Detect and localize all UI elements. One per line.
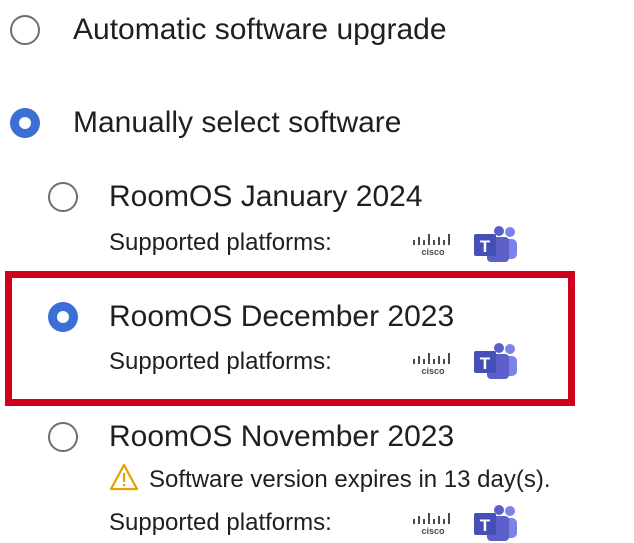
manual-select-label[interactable]: Manually select software — [73, 105, 401, 141]
version-label-january-2024[interactable]: RoomOS January 2024 — [109, 179, 423, 215]
expiry-warning-text: Software version expires in 13 day(s). — [149, 466, 551, 493]
microsoft-teams-icon: T — [474, 226, 517, 262]
highlight-box — [5, 271, 575, 406]
automatic-upgrade-radio[interactable] — [10, 15, 40, 45]
version-label-november-2023[interactable]: RoomOS November 2023 — [109, 419, 454, 455]
supported-platforms-label: Supported platforms: — [109, 509, 332, 536]
svg-text:cisco: cisco — [421, 366, 445, 375]
svg-text:T: T — [480, 516, 491, 535]
version-label-december-2023[interactable]: RoomOS December 2023 — [109, 299, 454, 335]
version-radio-december-2023[interactable] — [48, 302, 78, 332]
microsoft-teams-icon: T — [474, 343, 517, 379]
manual-select-radio[interactable] — [10, 108, 40, 138]
svg-text:T: T — [480, 237, 491, 256]
supported-platforms-label: Supported platforms: — [109, 348, 332, 375]
cisco-logo-icon: cisco — [413, 353, 450, 375]
svg-text:T: T — [480, 354, 491, 373]
cisco-logo-icon: cisco — [413, 234, 450, 256]
version-radio-november-2023[interactable] — [48, 422, 78, 452]
automatic-upgrade-label[interactable]: Automatic software upgrade — [73, 12, 447, 48]
warning-icon — [109, 463, 139, 491]
cisco-logo-icon: cisco — [413, 513, 450, 535]
svg-text:cisco: cisco — [421, 526, 445, 535]
svg-text:cisco: cisco — [421, 247, 445, 256]
supported-platforms-label: Supported platforms: — [109, 229, 332, 256]
microsoft-teams-icon: T — [474, 505, 517, 541]
version-radio-january-2024[interactable] — [48, 182, 78, 212]
